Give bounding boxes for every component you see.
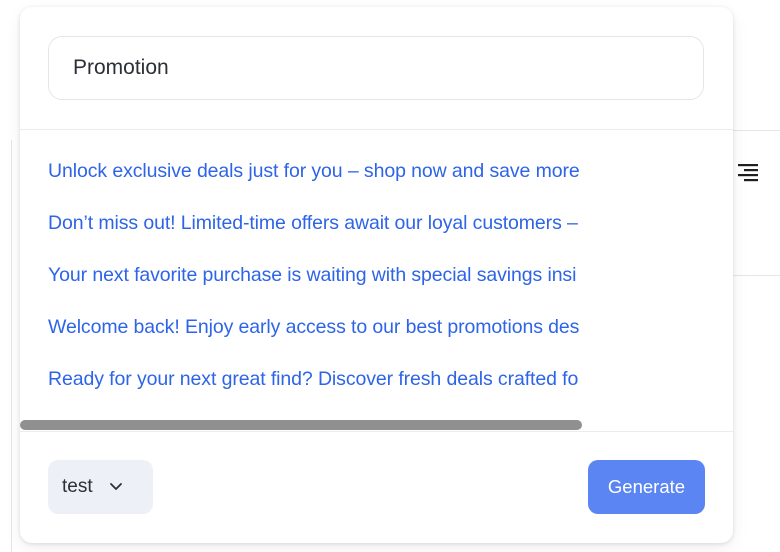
- model-select-label: test: [62, 476, 93, 497]
- background-edge: [11, 140, 12, 552]
- suggestion-item[interactable]: Your next favorite purchase is waiting w…: [48, 264, 576, 287]
- prompt-input[interactable]: [48, 36, 704, 100]
- model-select[interactable]: test: [48, 460, 153, 514]
- ai-suggestion-popup: Unlock exclusive deals just for you – sh…: [20, 7, 733, 543]
- suggestion-item[interactable]: Don’t miss out! Limited-time offers awai…: [48, 212, 578, 235]
- divider: [20, 431, 733, 432]
- align-right-icon[interactable]: [738, 162, 758, 184]
- generate-button[interactable]: Generate: [588, 460, 705, 514]
- chevron-down-icon: [109, 483, 122, 490]
- horizontal-scrollbar[interactable]: [20, 420, 582, 430]
- suggestion-list: Unlock exclusive deals just for you – sh…: [20, 130, 733, 430]
- suggestion-item[interactable]: Ready for your next great find? Discover…: [48, 368, 578, 391]
- suggestion-item[interactable]: Unlock exclusive deals just for you – sh…: [48, 160, 580, 183]
- background-toolbar-panel: [733, 130, 780, 276]
- suggestion-item[interactable]: Welcome back! Enjoy early access to our …: [48, 316, 579, 339]
